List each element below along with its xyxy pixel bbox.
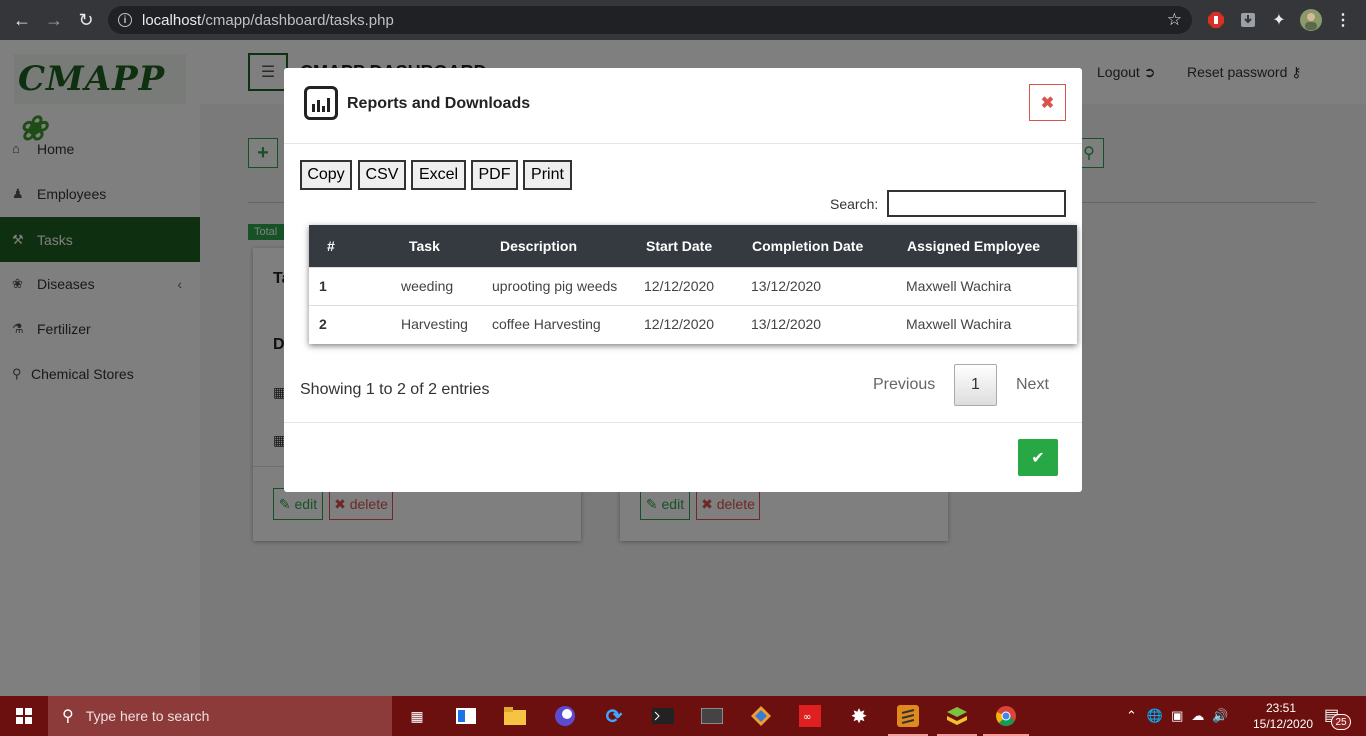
- csv-button[interactable]: CSV: [358, 160, 406, 190]
- table-cell: 1: [319, 278, 327, 294]
- excel-button[interactable]: Excel: [411, 160, 466, 190]
- table-row[interactable]: 2 Harvesting coffee Harvesting 12/12/202…: [309, 305, 1077, 343]
- site-info-icon[interactable]: i: [118, 13, 132, 27]
- system-clock[interactable]: 23:51 15/12/2020: [1253, 700, 1314, 732]
- address-bar[interactable]: i localhost/cmapp/dashboard/tasks.php ☆: [108, 6, 1192, 34]
- bar-chart-icon: [304, 86, 338, 120]
- table-row[interactable]: 1 weeding uprooting pig weeds 12/12/2020…: [309, 267, 1077, 305]
- column-header[interactable]: Start Date: [636, 225, 743, 267]
- search-label: Search:: [830, 196, 879, 212]
- print-button[interactable]: Print: [523, 160, 572, 190]
- windows-start-icon[interactable]: [0, 696, 48, 736]
- modal-footer-divider: [284, 422, 1082, 423]
- arduino-icon[interactable]: ∞: [796, 702, 824, 730]
- modal-close-button[interactable]: ✖: [1029, 84, 1066, 121]
- column-header[interactable]: Task: [393, 225, 484, 267]
- table-cell: Maxwell Wachira: [906, 278, 1012, 294]
- notification-count-badge: 25: [1331, 714, 1351, 730]
- console-icon[interactable]: [698, 702, 726, 730]
- table-cell: 12/12/2020: [644, 278, 715, 294]
- adblock-extension-icon[interactable]: [1205, 9, 1227, 31]
- table-cell: Harvesting: [401, 316, 468, 333]
- chrome-icon[interactable]: [992, 702, 1020, 730]
- windows-taskbar: ⚲ Type here to search ▦ ⟳ ∞ ✸ ⌃ 🌐 ▣ ☁ 🔊 …: [0, 696, 1366, 736]
- sublime-text-icon[interactable]: [894, 702, 922, 730]
- taskbar-search-box[interactable]: ⚲ Type here to search: [48, 696, 392, 736]
- bluestacks-icon[interactable]: [943, 702, 971, 730]
- svg-text:∞: ∞: [803, 712, 811, 723]
- back-icon[interactable]: ←: [6, 4, 38, 36]
- bookmark-star-icon[interactable]: ☆: [1167, 10, 1182, 30]
- copy-button[interactable]: Copy: [300, 160, 352, 190]
- column-header[interactable]: Description: [484, 225, 636, 267]
- clock-date: 15/12/2020: [1253, 717, 1314, 731]
- table-cell: coffee Harvesting: [492, 316, 601, 333]
- pagination-next[interactable]: Next: [1016, 376, 1049, 394]
- table-info: Showing 1 to 2 of 2 entries: [300, 381, 490, 398]
- meet-now-icon[interactable]: ▣: [1171, 708, 1183, 724]
- confirm-button[interactable]: ✔: [1018, 439, 1058, 476]
- check-icon: ✔: [1031, 449, 1045, 467]
- task-view-icon[interactable]: ▦: [403, 702, 431, 730]
- search-input[interactable]: [887, 190, 1066, 217]
- app-circle-icon[interactable]: [551, 702, 579, 730]
- pagination-previous[interactable]: Previous: [873, 376, 935, 394]
- table-header-row: # Task Description Start Date Completion…: [309, 225, 1077, 267]
- vscode-icon[interactable]: ⟳: [600, 702, 628, 730]
- url-host: localhost: [142, 11, 202, 29]
- terminal-icon[interactable]: [649, 702, 677, 730]
- reports-modal: Reports and Downloads ✖ Copy CSV Excel P…: [284, 68, 1082, 492]
- system-tray: ⌃ 🌐 ▣ ☁ 🔊: [1126, 696, 1229, 736]
- search-icon: ⚲: [62, 708, 74, 725]
- column-header[interactable]: Completion Date: [743, 225, 898, 267]
- pdf-button[interactable]: PDF: [471, 160, 518, 190]
- table-cell: weeding: [401, 278, 454, 294]
- extensions-puzzle-icon[interactable]: ✦: [1268, 9, 1290, 31]
- close-icon: ✖: [1040, 94, 1055, 112]
- spider-app-icon[interactable]: ✸: [845, 702, 873, 730]
- onedrive-icon[interactable]: ☁: [1191, 708, 1204, 724]
- download-extension-icon[interactable]: [1237, 9, 1259, 31]
- news-app-icon[interactable]: [452, 702, 480, 730]
- forward-icon[interactable]: →: [38, 4, 70, 36]
- table-cell: uprooting pig weeds: [492, 278, 618, 294]
- column-header[interactable]: #: [309, 225, 393, 267]
- table-cell: 13/12/2020: [751, 278, 822, 294]
- table-cell: 2: [319, 316, 327, 333]
- browser-toolbar: ← → ↻ i localhost/cmapp/dashboard/tasks.…: [0, 0, 1366, 40]
- clock-time: 23:51: [1265, 701, 1297, 715]
- reload-icon[interactable]: ↻: [70, 4, 102, 36]
- browser-menu-icon[interactable]: ⋮: [1332, 9, 1354, 31]
- language-icon[interactable]: 🌐: [1147, 708, 1163, 724]
- table-cell: Maxwell Wachira: [906, 316, 1012, 333]
- chevron-up-icon[interactable]: ⌃: [1126, 708, 1137, 724]
- url-path: /cmapp/dashboard/tasks.php: [201, 11, 394, 29]
- file-explorer-icon[interactable]: [501, 702, 529, 730]
- taskbar-search-placeholder: Type here to search: [85, 708, 210, 724]
- modal-title: Reports and Downloads: [347, 95, 531, 112]
- git-icon[interactable]: [747, 702, 775, 730]
- table-cell: 12/12/2020: [644, 316, 715, 333]
- profile-avatar[interactable]: [1300, 9, 1322, 31]
- volume-icon[interactable]: 🔊: [1212, 708, 1228, 724]
- table-cell: 13/12/2020: [751, 316, 822, 333]
- tasks-table: # Task Description Start Date Completion…: [309, 225, 1077, 344]
- pagination-page[interactable]: 1: [954, 364, 997, 406]
- column-header[interactable]: Assigned Employee: [898, 225, 1077, 267]
- modal-header: Reports and Downloads ✖: [284, 68, 1082, 144]
